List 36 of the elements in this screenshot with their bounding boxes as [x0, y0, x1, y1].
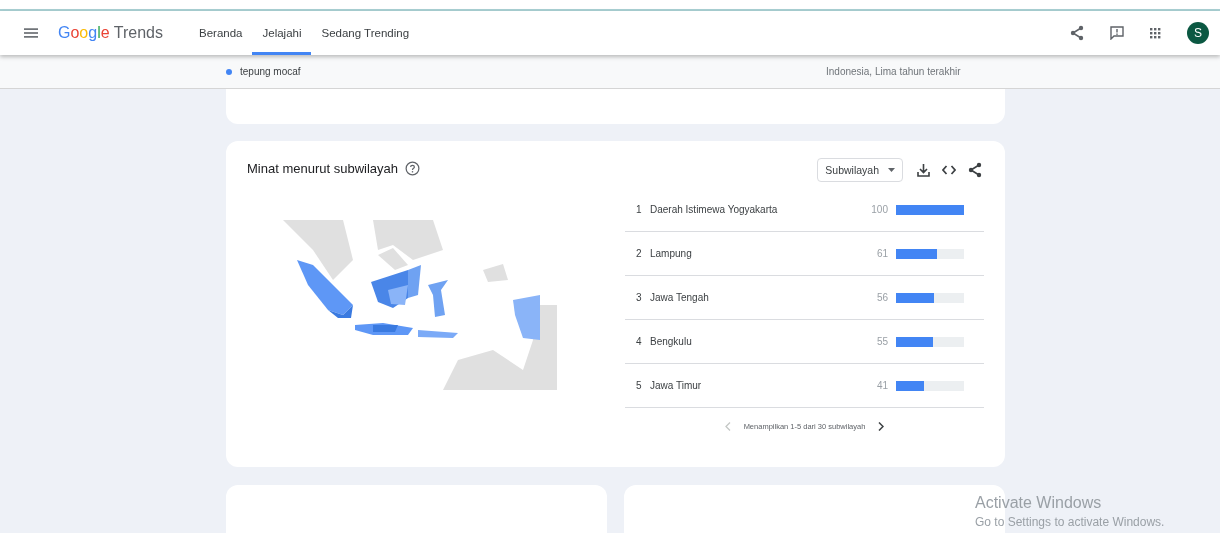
next-icon[interactable]	[878, 422, 885, 431]
nav-tab[interactable]: Sedang Trending	[311, 11, 420, 55]
interest-value: 100	[871, 204, 888, 215]
interest-value: 55	[876, 336, 888, 347]
card-title: Minat menurut subwilayah	[247, 161, 399, 176]
scope-text: Indonesia, Lima tahun terakhir	[826, 66, 962, 77]
user-avatar[interactable]: S	[1187, 22, 1209, 44]
share-icon[interactable]	[968, 162, 982, 178]
interest-value: 61	[876, 248, 888, 259]
rank-number: 4	[635, 336, 643, 347]
region-dropdown[interactable]: Subwilayah	[817, 158, 903, 182]
region-name: Jawa Timur	[650, 380, 703, 391]
app-logo[interactable]: Google Trends	[58, 24, 163, 42]
rank-number: 3	[635, 292, 643, 303]
search-term: tepung mocaf	[240, 66, 301, 77]
embed-code-icon[interactable]	[942, 165, 956, 175]
feedback-icon[interactable]	[1110, 26, 1124, 40]
nav-tab[interactable]: Beranda	[189, 11, 253, 55]
activation-title: Activate Windows	[975, 494, 1103, 512]
menu-icon[interactable]	[24, 28, 38, 38]
region-name: Daerah Istimewa Yogyakarta	[650, 204, 779, 215]
share-icon[interactable]	[1070, 25, 1084, 41]
series-dot	[226, 68, 232, 75]
rank-number: 1	[635, 204, 643, 215]
rank-number: 5	[635, 380, 643, 391]
region-name: Jawa Tengah	[650, 292, 710, 303]
apps-grid-icon[interactable]	[1150, 27, 1161, 39]
rank-number: 2	[635, 248, 643, 259]
region-name: Bengkulu	[650, 336, 693, 347]
activation-text: Go to Settings to activate Windows.	[975, 515, 1165, 529]
interest-value: 41	[876, 380, 888, 391]
region-name: Lampung	[650, 248, 693, 259]
help-icon[interactable]	[405, 161, 421, 176]
interest-value: 56	[876, 292, 888, 303]
caret-icon	[888, 168, 895, 172]
download-icon[interactable]	[917, 163, 930, 177]
